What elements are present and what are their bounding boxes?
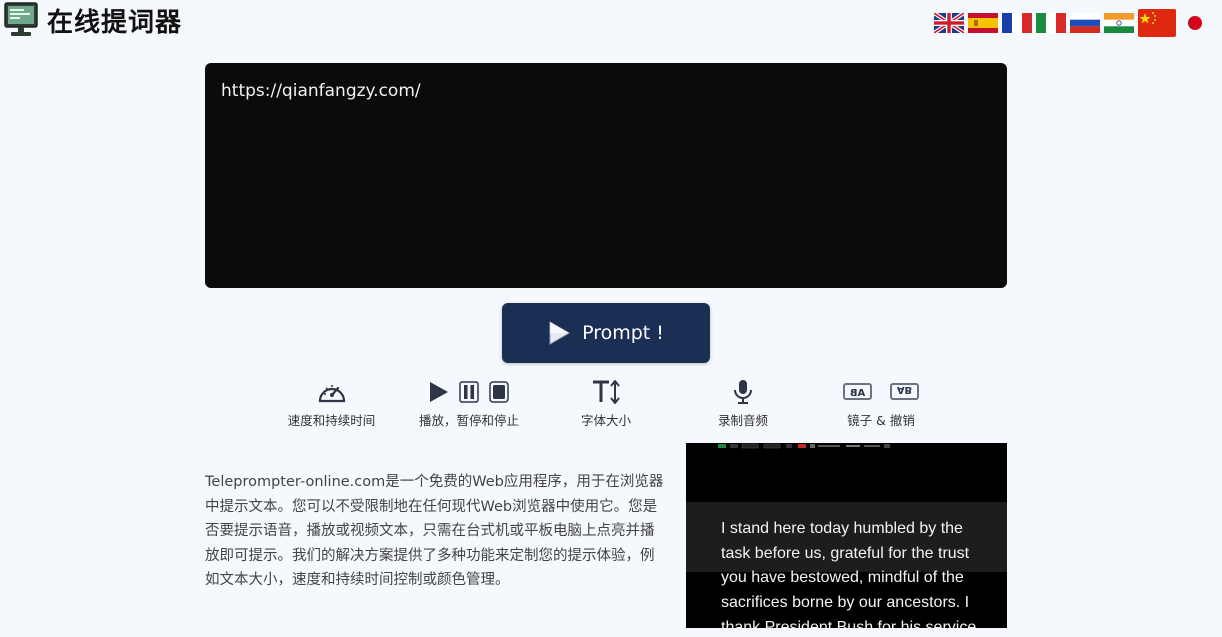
- prompt-button[interactable]: Prompt !: [502, 303, 710, 363]
- france-flag-icon[interactable]: [1002, 13, 1032, 33]
- play-icon: [549, 321, 571, 345]
- feature-mirror: AB AB 镜子 & 撤销: [836, 378, 926, 429]
- pause-control-icon: [459, 381, 479, 403]
- play-control-icon: [430, 382, 448, 402]
- uk-flag-icon[interactable]: [934, 13, 964, 33]
- mirror-icon: AB AB: [843, 383, 919, 400]
- teleprompter-logo-icon: [4, 2, 38, 36]
- preview-script-text: I stand here today humbled by the task b…: [721, 520, 977, 628]
- feature-speed-label: 速度和持续时间: [287, 413, 376, 428]
- script-textarea[interactable]: [221, 81, 991, 270]
- india-flag-icon[interactable]: [1104, 13, 1134, 33]
- font-size-icon: [593, 380, 620, 404]
- svg-text:AB: AB: [850, 388, 865, 399]
- china-flag-icon[interactable]: [1138, 9, 1176, 37]
- language-selector: [934, 9, 1210, 37]
- japan-flag-icon[interactable]: [1180, 13, 1210, 33]
- russia-flag-icon[interactable]: [1070, 13, 1100, 33]
- feature-speed: 速度和持续时间: [279, 378, 384, 429]
- page-title: 在线提词器: [47, 8, 183, 38]
- feature-playback-label: 播放，暂停和停止: [418, 413, 519, 428]
- feature-record-audio-label: 录制音频: [717, 413, 768, 428]
- prompt-button-label: Prompt !: [582, 322, 664, 344]
- feature-font-size-label: 字体大小: [580, 413, 631, 428]
- spain-flag-icon[interactable]: [968, 13, 998, 33]
- feature-font-size: 字体大小: [570, 378, 642, 429]
- app-description: Teleprompter-online.com是一个免费的Web应用程序，用于在…: [205, 474, 664, 588]
- stop-control-icon: [489, 381, 509, 403]
- preview-toolbar: [718, 443, 890, 449]
- microphone-icon: [734, 380, 752, 404]
- feature-record-audio: 录制音频: [706, 378, 780, 429]
- italy-flag-icon[interactable]: [1036, 13, 1066, 33]
- script-editor: [205, 63, 1007, 288]
- speedometer-icon: [318, 385, 345, 403]
- teleprompter-preview: I stand here today humbled by the task b…: [686, 443, 1007, 628]
- svg-text:AB: AB: [897, 384, 912, 395]
- feature-mirror-label: 镜子 & 撤销: [847, 413, 915, 428]
- feature-playback: 播放，暂停和停止: [408, 378, 530, 429]
